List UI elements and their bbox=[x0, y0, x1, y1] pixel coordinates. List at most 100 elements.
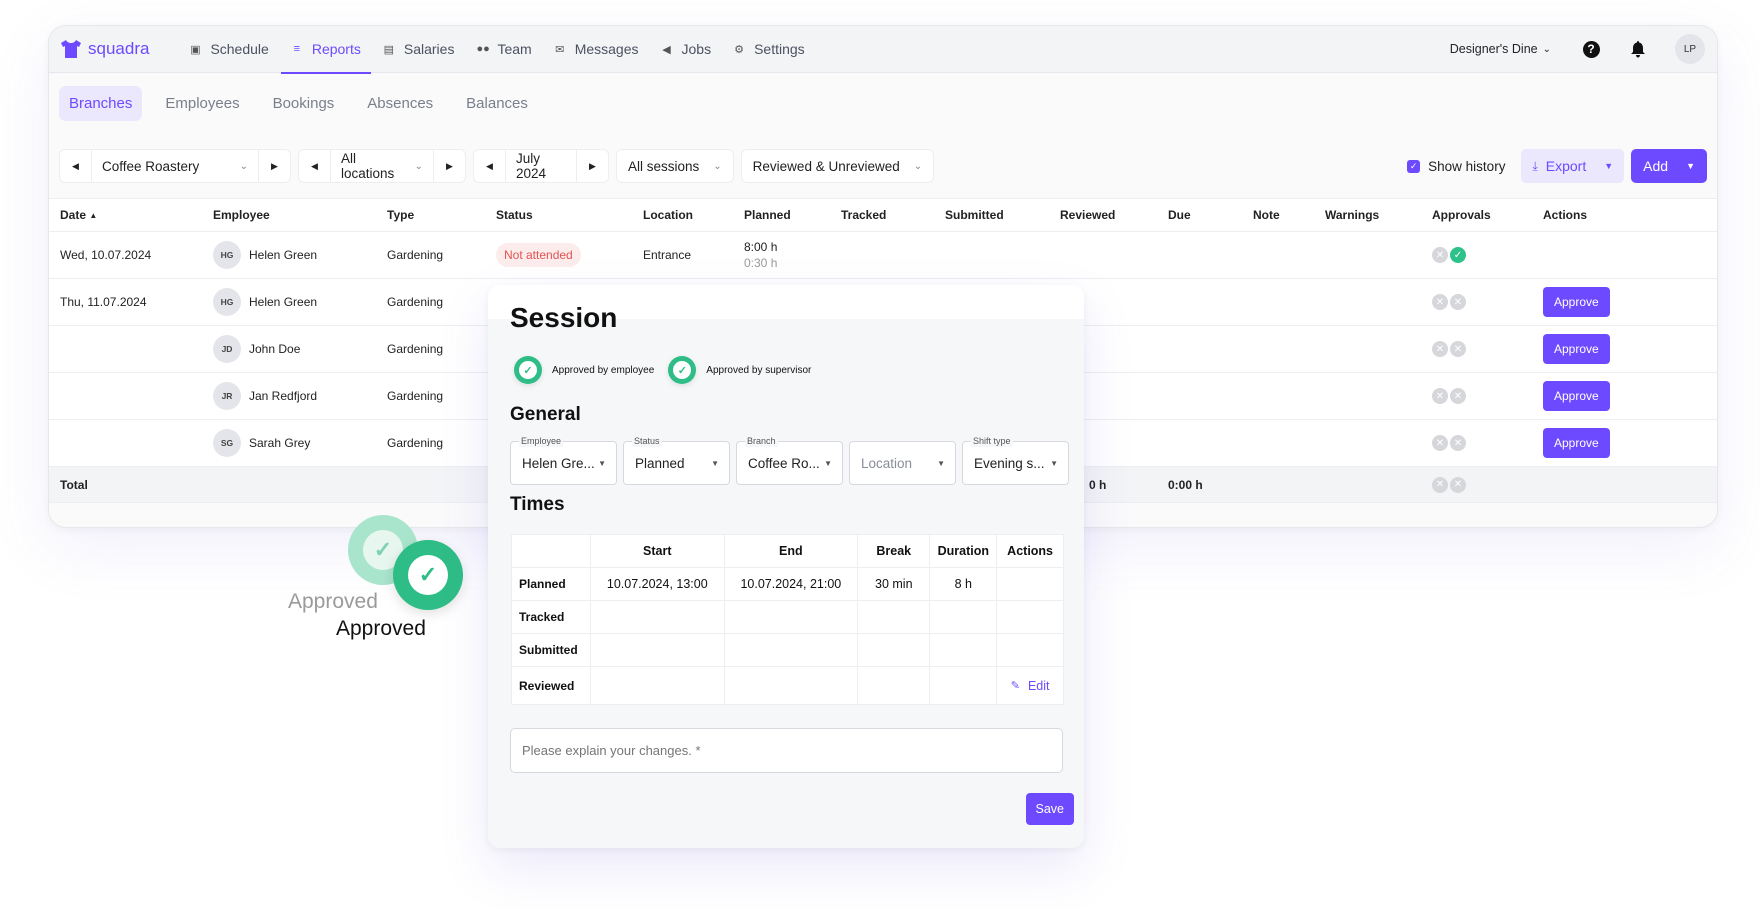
nav-label: Schedule bbox=[210, 41, 269, 57]
show-history-checkbox[interactable]: ✓ Show history bbox=[1407, 159, 1505, 174]
nav-salaries[interactable]: ▤ Salaries bbox=[373, 26, 465, 73]
planned-break: 0:30 h bbox=[744, 256, 778, 270]
row-type: Gardening bbox=[387, 436, 444, 450]
review-status-select[interactable]: Reviewed & Unreviewed ⌄ bbox=[740, 149, 935, 183]
approve-button[interactable]: Approve bbox=[1543, 287, 1610, 317]
col-tracked[interactable]: Tracked bbox=[841, 199, 886, 231]
table-header: Date ▲ Employee Type Status Location Pla… bbox=[49, 198, 1717, 232]
employee-select[interactable]: Employee Helen Gre... ▼ bbox=[510, 435, 617, 485]
row-employee: JR Jan Redfjord bbox=[213, 373, 317, 419]
tab-balances[interactable]: Balances bbox=[456, 86, 538, 121]
branch-next-button[interactable]: ▶ bbox=[258, 150, 290, 182]
col-reviewed[interactable]: Reviewed bbox=[1060, 199, 1115, 231]
shift-type-select[interactable]: Shift type Evening s... ▼ bbox=[962, 435, 1069, 485]
table-row[interactable]: Wed, 10.07.2024 HG Helen Green Gardening … bbox=[49, 232, 1717, 279]
status-select[interactable]: Status Planned ▼ bbox=[623, 435, 730, 485]
tab-absences[interactable]: Absences bbox=[357, 86, 443, 121]
check-icon: ✓ bbox=[519, 361, 537, 379]
user-avatar[interactable]: LP bbox=[1675, 34, 1705, 64]
tab-branches[interactable]: Branches bbox=[59, 86, 143, 121]
sort-asc-icon: ▲ bbox=[89, 210, 98, 220]
employee-avatar: HG bbox=[213, 288, 241, 316]
branch-value: Coffee Roastery bbox=[102, 158, 200, 174]
not-approved-icon: ✕ bbox=[1450, 476, 1466, 493]
top-navigation: squadra ▣ Schedule ≡ Reports ▤ Salaries ●● T… bbox=[49, 26, 1717, 74]
not-approved-icon: ✕ bbox=[1450, 294, 1466, 310]
col-employee[interactable]: Employee bbox=[213, 199, 270, 231]
nav-jobs[interactable]: ◀ Jobs bbox=[651, 26, 722, 73]
location-select[interactable]: Location ▼ bbox=[849, 441, 956, 485]
field-placeholder: Location bbox=[861, 455, 913, 471]
nav-label: Salaries bbox=[403, 41, 455, 57]
times-action bbox=[996, 567, 1064, 601]
add-button[interactable]: Add ▼ bbox=[1631, 149, 1707, 183]
tab-employees[interactable]: Employees bbox=[155, 86, 249, 121]
caret-down-icon: ▼ bbox=[1050, 458, 1058, 468]
add-label: Add bbox=[1643, 158, 1669, 174]
location-prev-button[interactable]: ◀ bbox=[299, 150, 331, 182]
sessions-select[interactable]: All sessions ⌄ bbox=[616, 149, 734, 183]
nav-label: Messages bbox=[574, 41, 639, 57]
col-actions[interactable]: Actions bbox=[1543, 199, 1587, 231]
approval-status: ✓ Approved by employee ✓ Approved by sup… bbox=[514, 356, 825, 384]
calendar-icon: ▣ bbox=[190, 43, 201, 56]
general-heading: General bbox=[510, 404, 581, 425]
times-break bbox=[857, 633, 931, 667]
times-col-start: Start bbox=[590, 534, 725, 568]
edit-reviewed-button[interactable]: ✎ Edit bbox=[1011, 679, 1050, 693]
nav-schedule[interactable]: ▣ Schedule bbox=[179, 26, 278, 73]
col-type[interactable]: Type bbox=[387, 199, 414, 231]
megaphone-icon: ◀ bbox=[662, 43, 671, 56]
month-next-button[interactable]: ▶ bbox=[576, 150, 608, 182]
export-button[interactable]: ⤓ Export ▼ bbox=[1521, 149, 1625, 183]
col-location[interactable]: Location bbox=[643, 199, 693, 231]
month-prev-button[interactable]: ◀ bbox=[474, 150, 506, 182]
row-status: Not attended bbox=[496, 232, 581, 278]
approve-button[interactable]: Approve bbox=[1543, 334, 1610, 364]
nav-reports[interactable]: ≡ Reports bbox=[280, 26, 371, 74]
col-warnings[interactable]: Warnings bbox=[1325, 199, 1379, 231]
col-approvals[interactable]: Approvals bbox=[1432, 199, 1491, 231]
approve-button[interactable]: Approve bbox=[1543, 428, 1610, 458]
help-icon: ? bbox=[1582, 40, 1600, 58]
row-approvals: ✕ ✕ bbox=[1432, 279, 1468, 325]
col-submitted[interactable]: Submitted bbox=[945, 199, 1004, 231]
branch-prev-button[interactable]: ◀ bbox=[60, 150, 92, 182]
col-note[interactable]: Note bbox=[1253, 199, 1280, 231]
tab-bookings[interactable]: Bookings bbox=[263, 86, 345, 121]
location-select[interactable]: All locations ⌄ bbox=[331, 150, 433, 182]
times-col-blank bbox=[510, 534, 592, 568]
month-select[interactable]: July 2024 bbox=[506, 150, 576, 182]
col-due[interactable]: Due bbox=[1168, 199, 1191, 231]
change-reason-input[interactable] bbox=[510, 728, 1063, 773]
approved-employee-label: Approved by employee bbox=[552, 364, 655, 376]
not-approved-icon: ✕ bbox=[1450, 341, 1466, 357]
row-location: Entrance bbox=[643, 248, 692, 262]
col-status[interactable]: Status bbox=[496, 199, 533, 231]
nav-settings[interactable]: ⚙ Settings bbox=[723, 26, 815, 73]
times-row: Reviewed ✎ Edit bbox=[510, 666, 1064, 705]
brand-logo[interactable]: squadra bbox=[60, 39, 149, 59]
caret-down-icon: ▼ bbox=[711, 458, 719, 468]
approve-button[interactable]: Approve bbox=[1543, 381, 1610, 411]
row-date: Wed, 10.07.2024 bbox=[60, 248, 152, 262]
organization-select[interactable]: Designer's Dine ⌄ bbox=[1450, 42, 1551, 56]
branch-select[interactable]: Branch Coffee Ro... ▼ bbox=[736, 435, 843, 485]
help-button[interactable]: ? bbox=[1581, 39, 1601, 59]
nav-team[interactable]: ●● Team bbox=[466, 26, 541, 73]
nav-messages[interactable]: ✉ Messages bbox=[544, 26, 649, 73]
save-button[interactable]: Save bbox=[1025, 793, 1074, 825]
nav-label: Team bbox=[497, 41, 532, 57]
caret-down-icon: ▼ bbox=[1686, 161, 1695, 171]
notifications-button[interactable] bbox=[1628, 39, 1648, 59]
row-employee: HG Helen Green bbox=[213, 232, 317, 278]
times-duration bbox=[929, 600, 998, 634]
location-next-button[interactable]: ▶ bbox=[433, 150, 465, 182]
col-planned[interactable]: Planned bbox=[744, 199, 791, 231]
branch-select[interactable]: Coffee Roastery ⌄ bbox=[92, 150, 258, 182]
approved-illustration: ✓ Approved ✓ Approved bbox=[288, 515, 478, 645]
times-col-break: Break bbox=[857, 534, 931, 568]
col-date[interactable]: Date ▲ bbox=[60, 199, 97, 231]
row-type: Gardening bbox=[387, 342, 444, 356]
row-employee: HG Helen Green bbox=[213, 279, 317, 325]
